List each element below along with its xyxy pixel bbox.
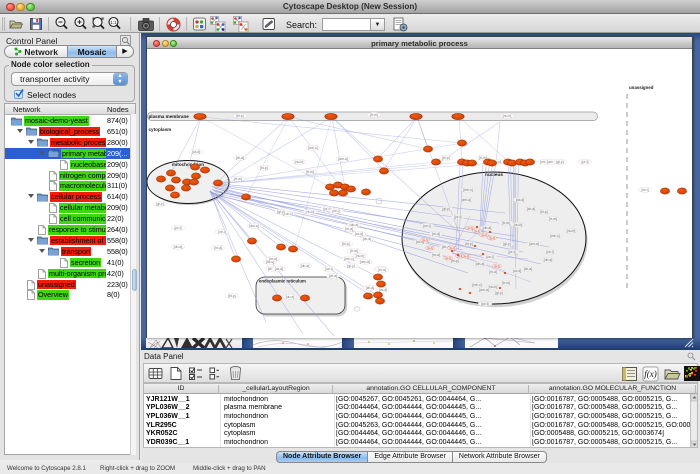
svg-text:[s-l]: [s-l] — [423, 238, 428, 242]
svg-text:[bi-p]: [bi-p] — [342, 242, 350, 246]
svg-text:[me-c]: [me-c] — [344, 257, 353, 261]
svg-text:unassigned: unassigned — [629, 85, 654, 90]
svg-text:[dn-a]: [dn-a] — [286, 295, 295, 299]
svg-text:[ce-l]: [ce-l] — [325, 267, 332, 271]
svg-text:[ch-a]: [ch-a] — [236, 156, 245, 160]
svg-text:[ce-l]: [ce-l] — [332, 209, 339, 213]
svg-text:[tr-m]: [tr-m] — [502, 221, 510, 225]
svg-text:[gl-y]: [gl-y] — [277, 210, 284, 214]
svg-text:[bi-p]: [bi-p] — [451, 259, 459, 263]
svg-text:[tr-m]: [tr-m] — [370, 113, 378, 117]
svg-text:[bi-p]: [bi-p] — [260, 166, 268, 170]
svg-text:[s-l]: [s-l] — [446, 256, 451, 260]
svg-text:[rn-a]: [rn-a] — [269, 257, 277, 261]
svg-text:[nu-b]: [nu-b] — [356, 254, 365, 258]
svg-text:cytoplasm: cytoplasm — [149, 127, 172, 132]
svg-text:[ce-l]: [ce-l] — [218, 230, 225, 234]
svg-text:[nu-b]: [nu-b] — [514, 223, 523, 227]
svg-text:[bi-p]: [bi-p] — [236, 114, 244, 118]
svg-text:[am-a]: [am-a] — [461, 198, 471, 202]
svg-text:[bi-p]: [bi-p] — [540, 210, 548, 214]
svg-text:[s-l]: [s-l] — [450, 246, 455, 250]
svg-text:[ce-l]: [ce-l] — [546, 250, 553, 254]
svg-text:[s-l]: [s-l] — [482, 233, 487, 237]
svg-text:[nu-b]: [nu-b] — [503, 114, 512, 118]
svg-text:[s-l]: [s-l] — [490, 236, 495, 240]
svg-text:[gl-y]: [gl-y] — [495, 291, 502, 295]
svg-text:[tr-m]: [tr-m] — [350, 249, 358, 253]
svg-text:[bi-p]: [bi-p] — [465, 242, 473, 246]
svg-text:[ch-a]: [ch-a] — [329, 274, 338, 278]
svg-text:[dn-a]: [dn-a] — [483, 226, 492, 230]
svg-text:[pr-t]: [pr-t] — [482, 302, 489, 306]
svg-text:plasma membrane: plasma membrane — [149, 114, 190, 119]
svg-text:[ox-d]: [ox-d] — [513, 269, 522, 273]
svg-text:[nu-b]: [nu-b] — [295, 160, 304, 164]
svg-text:f(x): f(x) — [644, 369, 657, 379]
svg-text:[dn-a]: [dn-a] — [174, 245, 183, 249]
svg-text:[ch-a]: [ch-a] — [363, 237, 372, 241]
svg-text:[rn-a]: [rn-a] — [214, 246, 222, 250]
svg-text:1:1: 1:1 — [110, 20, 117, 25]
svg-text:[rn-a]: [rn-a] — [345, 227, 353, 231]
svg-text:[pr-t]: [pr-t] — [509, 250, 516, 254]
svg-text:[ch-a]: [ch-a] — [366, 286, 375, 290]
svg-text:[ce-l]: [ce-l] — [641, 188, 648, 192]
svg-text:[rn-a]: [rn-a] — [432, 232, 440, 236]
svg-text:[ce-l]: [ce-l] — [486, 255, 493, 259]
svg-text:[ox-d]: [ox-d] — [516, 198, 525, 202]
svg-text:[am-a]: [am-a] — [249, 224, 259, 228]
svg-text:[nu-b]: [nu-b] — [567, 229, 576, 233]
svg-text:[me-c]: [me-c] — [463, 188, 472, 192]
svg-text:[bi-p]: [bi-p] — [228, 294, 236, 298]
svg-text:[gl-y]: [gl-y] — [442, 207, 449, 211]
svg-text:[gl-y]: [gl-y] — [556, 160, 563, 164]
svg-text:[s-l]: [s-l] — [464, 254, 469, 258]
svg-text:[ch-a]: [ch-a] — [524, 267, 533, 271]
svg-text:[ox-d]: [ox-d] — [275, 267, 284, 271]
svg-text:[dn-a]: [dn-a] — [476, 262, 485, 266]
svg-text:[ch-a]: [ch-a] — [527, 207, 536, 211]
svg-text:[me-c]: [me-c] — [472, 283, 481, 287]
svg-text:[me-c]: [me-c] — [550, 234, 559, 238]
svg-text:[s-l]: [s-l] — [468, 226, 473, 230]
svg-text:[pr-t]: [pr-t] — [175, 226, 182, 230]
svg-text:[dn-a]: [dn-a] — [301, 264, 310, 268]
svg-text:[ox-d]: [ox-d] — [355, 232, 364, 236]
svg-text:[me-c]: [me-c] — [308, 146, 317, 150]
svg-text:[s-l]: [s-l] — [475, 229, 480, 233]
svg-text:[ce-l]: [ce-l] — [423, 224, 430, 228]
svg-text:[gl-y]: [gl-y] — [156, 202, 163, 206]
svg-text:[am-a]: [am-a] — [529, 242, 539, 246]
svg-text:[am-a]: [am-a] — [338, 157, 348, 161]
svg-text:[pr-t]: [pr-t] — [582, 160, 589, 164]
svg-text:[bi-p]: [bi-p] — [442, 156, 450, 160]
svg-text:[tr-m]: [tr-m] — [234, 177, 242, 181]
svg-text:[pr-t]: [pr-t] — [455, 215, 462, 219]
svg-text:[rn-a]: [rn-a] — [378, 268, 386, 272]
svg-text:[nu-b]: [nu-b] — [489, 285, 498, 289]
svg-text:[rn-a]: [rn-a] — [432, 253, 440, 257]
svg-text:[tr-m]: [tr-m] — [549, 217, 557, 221]
svg-text:[rn-a]: [rn-a] — [489, 270, 497, 274]
svg-text:[s-l]: [s-l] — [495, 264, 500, 268]
svg-text:[am-a]: [am-a] — [360, 260, 370, 264]
svg-text:endoplasmic reticulum: endoplasmic reticulum — [259, 279, 306, 284]
svg-text:[nu-b]: [nu-b] — [306, 210, 315, 214]
svg-text:[dn-a]: [dn-a] — [544, 258, 553, 262]
svg-text:[ox-d]: [ox-d] — [192, 150, 201, 154]
svg-text:[ox-d]: [ox-d] — [379, 288, 388, 292]
svg-text:[gl-y]: [gl-y] — [503, 242, 510, 246]
svg-text:[am-a]: [am-a] — [479, 288, 489, 292]
svg-text:[gl-y]: [gl-y] — [347, 264, 354, 268]
svg-text:[tr-m]: [tr-m] — [502, 281, 510, 285]
svg-text:[s-l]: [s-l] — [428, 246, 433, 250]
svg-text:[tr-m]: [tr-m] — [306, 170, 314, 174]
